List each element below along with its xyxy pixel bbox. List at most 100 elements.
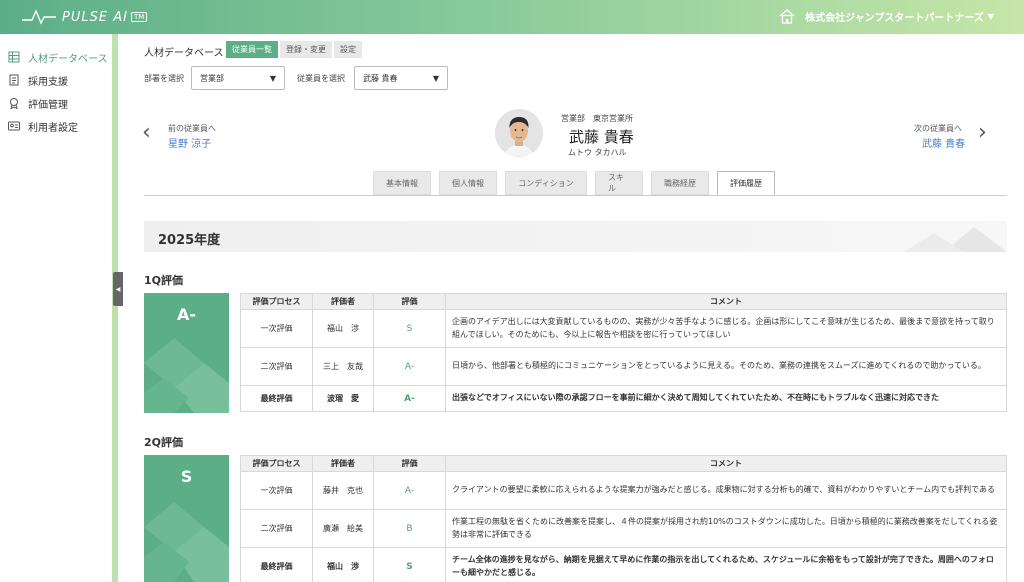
eval-comment: クライアントの要望に柔軟に応えられるような提案力が強みだと感じる。成果物に対する… [445,471,1007,510]
logo-text: PULSE AI [62,9,128,25]
next-employee-label: 次の従業員へ [914,124,962,133]
tab-evaluation-history[interactable]: 評価履歴 [717,171,775,195]
evaluation-table: 評価プロセス 評価者 評価 コメント 一次評価 藤井 克也 A- クライアントの… [240,455,1007,582]
eval-process: 一次評価 [240,471,313,510]
quarter-title: 1Q評価 [144,274,184,287]
tab-register[interactable]: 登録・変更 [280,41,332,58]
profile-tabs: 基本情報 個人情報 コンディション スキル 職務経歴 評価履歴 [373,171,775,195]
eval-comment: 日頃から、他部署とも積極的にコミュニケーションをとっているように見える。そのため… [445,347,1007,386]
eval-evaluator: 廣瀬 絵美 [312,509,374,548]
eval-process: 二次評価 [240,347,313,386]
col-header-comment: コメント [445,455,1007,472]
table-row: 最終評価 福山 渉 S チーム全体の進捗を見ながら、納期を見据えて早めに作業の指… [240,547,1007,582]
table-row: 一次評価 藤井 克也 A- クライアントの要望に柔軟に応えられるような提案力が強… [240,471,1007,510]
prev-employee-link[interactable]: 星野 涼子 [168,135,211,150]
badge-icon [8,97,20,109]
sidebar-item-user-settings[interactable]: 利用者設定 [8,117,78,135]
eval-comment: チーム全体の進捗を見ながら、納期を見据えて早めに作業の指示を出してくれるため、ス… [445,547,1007,582]
col-header-comment: コメント [445,293,1007,310]
table-row: 一次評価 福山 渉 S 企画のアイデア出しには大変貢献しているものの、実務が少々… [240,309,1007,348]
sidebar-item-label: 利用者設定 [28,122,78,134]
tab-settings[interactable]: 設定 [334,41,362,58]
sidebar-item-recruiting[interactable]: 採用支援 [8,71,68,89]
eval-process: 最終評価 [240,385,313,412]
employee-select[interactable]: 武藤 貴春 ▼ [354,66,448,90]
col-header-grade: 評価 [373,455,446,472]
tab-employee-list[interactable]: 従業員一覧 [226,41,278,58]
employee-department: 営業部 東京営業所 [561,114,633,123]
col-header-evaluator: 評価者 [312,455,374,472]
sidebar-item-label: 評価管理 [28,99,68,111]
sidebar-item-evaluation[interactable]: 評価管理 [8,94,68,112]
quarter-grade-card: S [144,455,229,582]
sidebar: 人材データベース 採用支援 評価管理 利用者設定 [0,34,118,582]
quarter-grade: S [180,467,193,486]
logo-tm: TM [130,12,148,22]
table-row: 二次評価 三上 友哉 A- 日頃から、他部署とも積極的にコミュニケーションをとっ… [240,347,1007,386]
dept-select[interactable]: 営業部 ▼ [191,66,285,90]
decorative-pattern-icon [144,502,229,582]
eval-grade: A- [373,385,446,412]
table-row: 二次評価 廣瀬 絵美 B 作業工程の無駄を省くために改善案を提案し、４件の提案が… [240,509,1007,548]
tab-basic-info[interactable]: 基本情報 [373,171,431,195]
next-arrow-icon[interactable]: › [978,120,987,145]
quarter-title: 2Q評価 [144,436,184,449]
quarter-grade: A- [176,305,197,324]
employee-name: 武藤 貴春 [569,128,634,146]
prev-arrow-icon[interactable]: ‹ [142,120,151,145]
col-header-grade: 評価 [373,293,446,310]
eval-evaluator: 福山 渉 [312,547,374,582]
quarter-grade-card: A- [144,293,229,413]
col-header-process: 評価プロセス [240,455,313,472]
eval-comment: 出張などでオフィスにいない際の承認フローを事前に細かく決めて周知してくれていたた… [445,385,1007,412]
eval-grade: S [373,547,446,582]
eval-process: 一次評価 [240,309,313,348]
dept-select-label: 部署を選択 [144,74,184,83]
col-header-evaluator: 評価者 [312,293,374,310]
page-title: 人材データベース [144,48,224,59]
dept-select-value: 営業部 [200,73,224,83]
home-icon[interactable] [779,9,795,24]
tab-skill[interactable]: スキル [595,171,643,195]
decorative-pattern-icon [144,338,229,413]
year-header: 2025年度 [144,221,1007,252]
tab-personal-info[interactable]: 個人情報 [439,171,497,195]
eval-process: 二次評価 [240,509,313,548]
eval-evaluator: 福山 渉 [312,309,374,348]
sidebar-item-label: 人材データベース [28,53,108,65]
tab-career[interactable]: 職務経歴 [651,171,709,195]
company-name: 株式会社ジャンプスタートパートナーズ [805,13,984,24]
fiscal-year-title: 2025年度 [158,233,221,248]
eval-grade: B [373,509,446,548]
person-photo-icon [495,109,543,157]
next-employee-link[interactable]: 武藤 貴春 [922,135,965,150]
eval-evaluator: 三上 友哉 [312,347,374,386]
eval-process: 最終評価 [240,547,313,582]
main-content: 人材データベース 従業員一覧 登録・変更 設定 部署を選択 営業部 ▼ 従業員を… [124,34,1024,582]
employee-select-value: 武藤 貴春 [363,73,398,83]
prev-employee-label: 前の従業員へ [168,124,216,133]
chevron-down-icon: ▼ [987,12,994,21]
eval-comment: 企画のアイデア出しには大変貢献しているものの、実務が少々苦手なように感じる。企画… [445,309,1007,348]
pulse-logo-icon [22,9,56,25]
tab-condition[interactable]: コンディション [505,171,587,195]
eval-grade: A- [373,347,446,386]
breadcrumb-tabs: 従業員一覧 登録・変更 設定 [226,41,362,58]
tabs-divider [144,195,1007,196]
company-menu[interactable]: 株式会社ジャンプスタートパートナーズ ▼ [779,9,994,24]
database-icon [8,51,20,63]
evaluation-table: 評価プロセス 評価者 評価 コメント 一次評価 福山 渉 S 企画のアイデア出し… [240,293,1007,412]
sidebar-collapse-button[interactable]: ◀ [113,272,123,306]
document-icon [8,74,20,86]
eval-evaluator: 藤井 克也 [312,471,374,510]
logo[interactable]: PULSE AI TM [22,7,148,27]
sidebar-item-database[interactable]: 人材データベース [8,48,108,66]
table-row: 最終評価 波瑠 愛 A- 出張などでオフィスにいない際の承認フローを事前に細かく… [240,385,1007,412]
chevron-down-icon: ▼ [269,73,276,83]
decorative-pattern-icon [904,227,1007,252]
chevron-down-icon: ▼ [432,73,439,83]
top-bar: PULSE AI TM 株式会社ジャンプスタートパートナーズ ▼ [0,0,1024,34]
eval-grade: A- [373,471,446,510]
employee-kana: ムトウ タカハル [568,148,627,157]
sidebar-item-label: 採用支援 [28,76,68,88]
